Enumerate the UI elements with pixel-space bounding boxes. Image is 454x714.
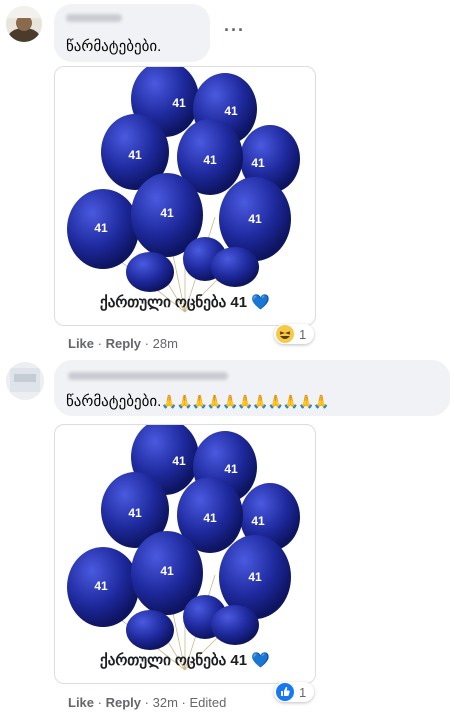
balloon-label: 41 [203, 511, 217, 525]
comment-text-body: წარმატებები. [66, 393, 162, 410]
like-button[interactable]: Like [68, 695, 94, 710]
comment-image[interactable]: 41 41 41 41 41 41 41 41 ქართული ოცნება 4… [54, 424, 316, 684]
balloon-label: 41 [128, 148, 142, 162]
comment-actions: Like · Reply · 32m · Edited [68, 695, 226, 710]
reaction-count: 1 [299, 684, 307, 700]
balloon-label: 41 [248, 212, 262, 226]
reaction-count: 1 [299, 326, 307, 342]
balloon-label: 41 [160, 206, 174, 220]
separator: · [144, 695, 149, 710]
edited-label[interactable]: Edited [190, 695, 227, 710]
balloon-label: 41 [248, 570, 262, 584]
comment-image[interactable]: 41 41 41 41 41 41 41 41 ქართული ოცნება 4… [54, 66, 316, 326]
avatar[interactable] [6, 362, 44, 400]
balloon-label: 41 [94, 579, 108, 593]
separator: · [97, 695, 102, 710]
comment-1: წარმატებები. ··· 41 41 41 41 41 41 41 41… [0, 0, 454, 356]
like-button[interactable]: Like [68, 336, 94, 351]
folded-hands-emoji: 🙏🙏🙏🙏🙏🙏🙏🙏🙏🙏🙏 [161, 394, 329, 409]
balloon-label: 41 [224, 462, 238, 476]
balloon-label: 41 [251, 156, 265, 170]
separator: · [144, 336, 149, 351]
author-name[interactable] [68, 372, 228, 380]
comment-text: წარმატებები.🙏🙏🙏🙏🙏🙏🙏🙏🙏🙏🙏 [66, 392, 329, 410]
comment-bubble: წარმატებები. [54, 4, 210, 62]
reaction-summary[interactable]: 1 [274, 324, 315, 344]
comment-bubble: წარმატებები.🙏🙏🙏🙏🙏🙏🙏🙏🙏🙏🙏 [54, 360, 450, 416]
timestamp[interactable]: 32m [153, 695, 178, 710]
blue-heart-icon: 💙 [251, 294, 270, 311]
image-caption: ქართული ოცნება 41 💙 [55, 651, 315, 669]
balloons-image: 41 41 41 41 41 41 41 41 [67, 67, 300, 313]
balloon-label: 41 [251, 514, 265, 528]
timestamp[interactable]: 28m [153, 336, 178, 351]
reply-button[interactable]: Reply [106, 336, 141, 351]
more-options-icon[interactable]: ··· [224, 20, 245, 41]
balloon-label: 41 [224, 104, 238, 118]
balloon-label: 41 [160, 564, 174, 578]
avatar[interactable] [6, 6, 42, 42]
comment-2: წარმატებები.🙏🙏🙏🙏🙏🙏🙏🙏🙏🙏🙏 41 41 41 41 41 4… [0, 356, 454, 714]
balloon-label: 41 [203, 153, 217, 167]
balloon-label: 41 [172, 454, 186, 468]
balloons-image: 41 41 41 41 41 41 41 41 [67, 425, 300, 671]
haha-icon [276, 325, 294, 343]
balloon-label: 41 [172, 96, 186, 110]
balloon-label: 41 [128, 506, 142, 520]
separator: · [97, 336, 102, 351]
image-caption-text: ქართული ოცნება 41 [100, 652, 248, 669]
separator: · [181, 695, 186, 710]
like-icon [276, 683, 294, 701]
comment-actions: Like · Reply · 28m [68, 336, 178, 351]
blue-heart-icon: 💙 [251, 652, 270, 669]
image-caption-text: ქართული ოცნება 41 [100, 294, 248, 311]
reply-button[interactable]: Reply [106, 695, 141, 710]
reaction-summary[interactable]: 1 [274, 682, 315, 702]
balloon-label: 41 [94, 221, 108, 235]
comment-text: წარმატებები. [66, 38, 162, 55]
author-name[interactable] [66, 14, 122, 22]
image-caption: ქართული ოცნება 41 💙 [55, 293, 315, 311]
